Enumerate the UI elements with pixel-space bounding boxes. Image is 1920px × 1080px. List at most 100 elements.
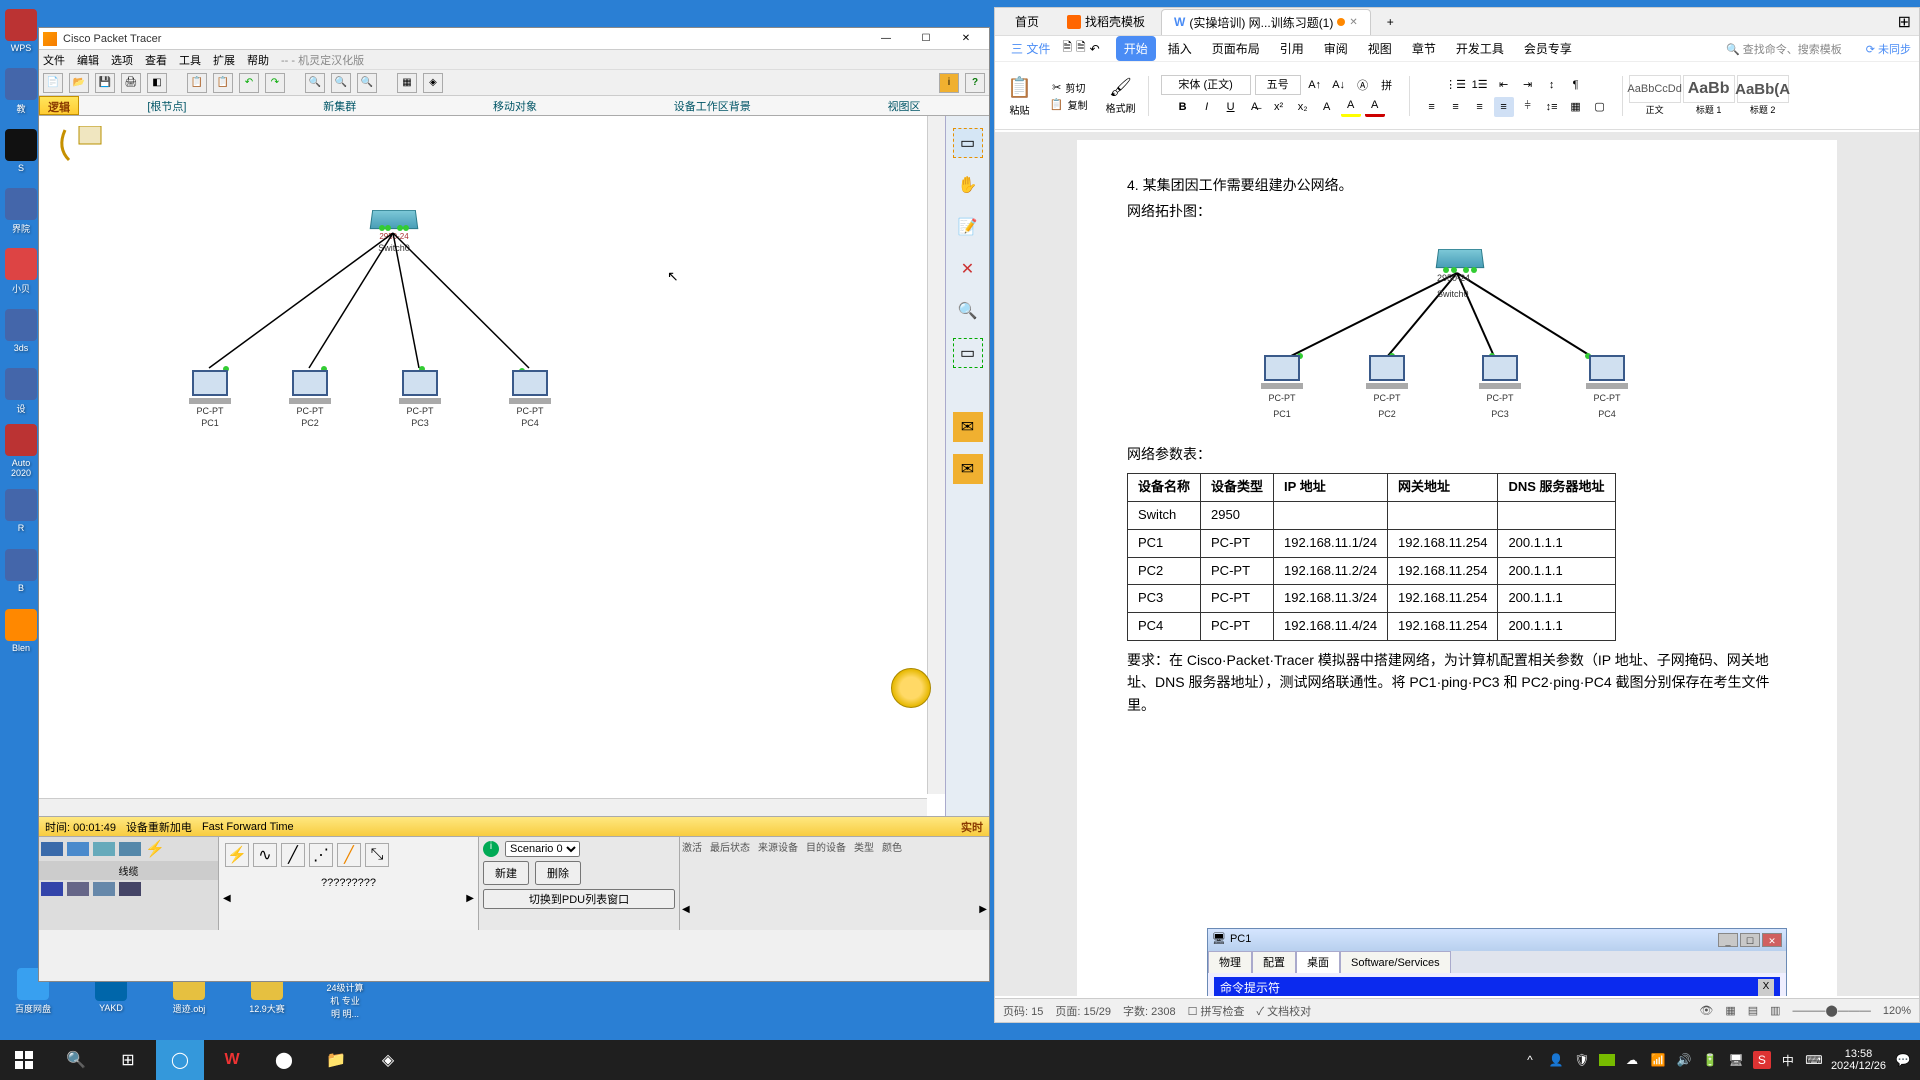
menu-edit[interactable]: 编辑 [77, 52, 99, 68]
phone-cable-icon[interactable]: ⤡ [365, 843, 389, 867]
start-button[interactable] [0, 1040, 48, 1080]
highlight-icon[interactable]: A [1341, 97, 1361, 117]
sync-status[interactable]: ⟳ 未同步 [1866, 41, 1911, 57]
minimize-button[interactable]: _ [1718, 933, 1738, 947]
desktop-icon[interactable]: R [2, 482, 40, 540]
align-justify-icon[interactable]: ≡ [1494, 97, 1514, 117]
device-subtype-icon[interactable] [93, 882, 115, 896]
font-name-select[interactable]: 宋体 (正文) [1161, 75, 1251, 95]
view-area[interactable]: 视图区 [888, 98, 921, 114]
bold-icon[interactable]: B [1173, 97, 1193, 117]
resize-tool-icon[interactable]: ▭ [953, 338, 983, 368]
tray-up-icon[interactable]: ^ [1521, 1051, 1539, 1069]
scenario-new-button[interactable]: 新建 [483, 861, 529, 885]
shrink-font-icon[interactable]: A↓ [1329, 75, 1349, 95]
ribbon-quick-icon[interactable]: 🗎 [1062, 38, 1072, 59]
desktop-icon[interactable]: 小贝 [2, 242, 40, 300]
connection-category-icon[interactable]: ⚡ [145, 839, 165, 859]
tray-ime-mode[interactable]: 中 [1779, 1051, 1797, 1069]
help-icon[interactable]: ? [965, 73, 985, 93]
wizard-icon[interactable]: ◧ [147, 73, 167, 93]
ribbon-tab-start[interactable]: 开始 [1116, 36, 1156, 61]
straight-cable-icon[interactable]: ╱ [281, 843, 305, 867]
tray-ime-icon[interactable]: S [1753, 1051, 1771, 1069]
zoom-reset-icon[interactable]: 🔍 [331, 73, 351, 93]
console-cable-icon[interactable]: ∿ [253, 843, 277, 867]
taskbar-app[interactable]: ⬤ [260, 1040, 308, 1080]
workspace-bg[interactable]: 设备工作区背景 [674, 98, 751, 114]
realtime-wheel-icon[interactable] [891, 668, 931, 708]
menu-file[interactable]: 文件 [43, 52, 65, 68]
underline-icon[interactable]: U [1221, 97, 1241, 117]
zoom-slider[interactable]: ———⬤——— [1793, 1004, 1871, 1017]
hand-tool-icon[interactable]: ✋ [953, 170, 983, 200]
task-view-button[interactable]: ⊞ [104, 1040, 152, 1080]
new-tab-button[interactable]: + [1375, 11, 1406, 33]
tray-monitor-icon[interactable]: 🖥 [1727, 1051, 1745, 1069]
shading-icon[interactable]: ▦ [1566, 97, 1586, 117]
paste-icon[interactable]: 📋 [1007, 75, 1032, 100]
copy-icon[interactable]: 📋 [1050, 98, 1064, 111]
custom-icon[interactable]: ◈ [423, 73, 443, 93]
border-icon[interactable]: ▢ [1590, 97, 1610, 117]
tray-wifi-icon[interactable]: 📶 [1649, 1051, 1667, 1069]
word-count[interactable]: 字数: 2308 [1123, 1003, 1176, 1019]
notifications-icon[interactable]: 💬 [1894, 1051, 1912, 1069]
tab-templates[interactable]: 找稻壳模板 [1055, 9, 1157, 34]
scrollbar-horizontal[interactable] [39, 798, 927, 816]
device-pc3[interactable]: PC-PTPC3 [395, 370, 445, 428]
bullet-list-icon[interactable]: ⋮☰ [1446, 75, 1466, 95]
wireless-category-icon[interactable] [119, 842, 141, 856]
wps-document-area[interactable]: 4. 某集团因工作需要组建办公网络。 网络拓扑图： 2950-24Switch0… [995, 132, 1919, 996]
device-pc1[interactable]: PC-PTPC1 [185, 370, 235, 428]
zoom-in-icon[interactable]: 🔍 [305, 73, 325, 93]
style-heading1[interactable]: AaBb [1683, 75, 1735, 103]
style-heading2[interactable]: AaBb(A [1737, 75, 1789, 103]
text-effect-icon[interactable]: A [1317, 97, 1337, 117]
ribbon-tab-member[interactable]: 会员专享 [1516, 36, 1580, 61]
maximize-button[interactable]: ☐ [907, 30, 945, 48]
simple-pdu-icon[interactable]: ✉ [953, 412, 983, 442]
complex-pdu-icon[interactable]: ✉ [953, 454, 983, 484]
indent-dec-icon[interactable]: ⇤ [1494, 75, 1514, 95]
power-cycle[interactable]: 设备重新加电 [126, 819, 192, 835]
taskbar-app-wps[interactable]: W [208, 1040, 256, 1080]
info-icon[interactable]: i [483, 841, 499, 857]
strike-icon[interactable]: A̶ [1245, 97, 1265, 117]
view-print-icon[interactable]: ▦ [1725, 1004, 1735, 1017]
clear-format-icon[interactable]: Ⓐ [1353, 75, 1373, 95]
desktop-icon[interactable]: 设 [2, 362, 40, 420]
fast-forward[interactable]: Fast Forward Time [202, 821, 294, 833]
eye-icon[interactable]: 👁 [1699, 1004, 1713, 1017]
auto-connection-icon[interactable]: ⚡ [225, 843, 249, 867]
pc1-dialog[interactable]: 🖥 PC1 _ ☐ ✕ 物理 配置 桌面 Software/Services 命… [1207, 928, 1787, 996]
ribbon-tab-section[interactable]: 章节 [1404, 36, 1444, 61]
number-list-icon[interactable]: 1☰ [1470, 75, 1490, 95]
align-left-icon[interactable]: ≡ [1422, 97, 1442, 117]
tab-software[interactable]: Software/Services [1340, 951, 1451, 973]
ribbon-tab-layout[interactable]: 页面布局 [1204, 36, 1268, 61]
superscript-icon[interactable]: x² [1269, 97, 1289, 117]
tab-desktop[interactable]: 桌面 [1296, 951, 1340, 973]
undo-icon[interactable]: ↶ [239, 73, 259, 93]
ribbon-tab-view[interactable]: 视图 [1360, 36, 1400, 61]
desktop-icon[interactable]: Blen [2, 602, 40, 660]
menu-tools[interactable]: 工具 [179, 52, 201, 68]
search-box[interactable]: 🔍 查找命令、搜索模板 [1726, 41, 1842, 57]
desktop-icon[interactable]: S [2, 122, 40, 180]
spell-check[interactable]: ☐ 拼写检查 [1188, 1003, 1245, 1019]
desktop-icon[interactable]: 界院 [2, 182, 40, 240]
menu-options[interactable]: 选项 [111, 52, 133, 68]
scenario-select[interactable]: Scenario 0 [505, 841, 580, 857]
grow-font-icon[interactable]: A↑ [1305, 75, 1325, 95]
desktop-icon[interactable]: 3ds [2, 302, 40, 360]
desktop-icon[interactable]: WPS [2, 2, 40, 60]
device-subtype-icon[interactable] [67, 882, 89, 896]
save-icon[interactable]: 💾 [95, 73, 115, 93]
menu-help[interactable]: 帮助 [247, 52, 269, 68]
copy-icon[interactable]: 📋 [187, 73, 207, 93]
scroll-left-icon[interactable]: ◀ [682, 904, 690, 915]
fiber-cable-icon[interactable]: ╱ [337, 843, 361, 867]
file-menu[interactable]: 三 文件 [1003, 36, 1058, 61]
ribbon-tab-dev[interactable]: 开发工具 [1448, 36, 1512, 61]
